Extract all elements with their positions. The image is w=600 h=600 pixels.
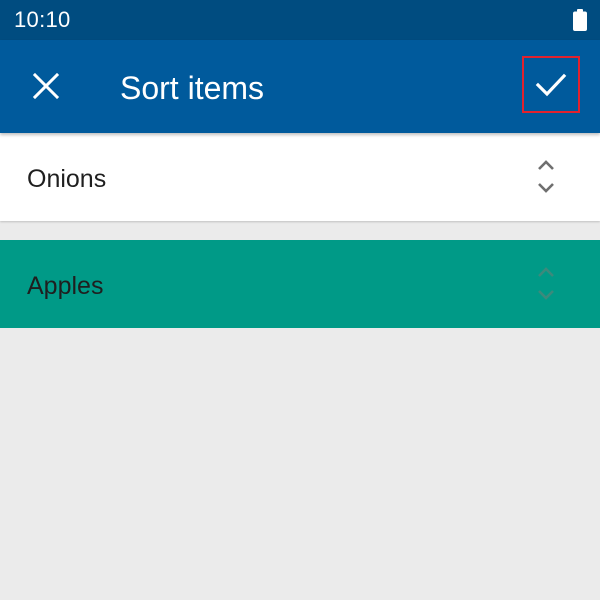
- list-item[interactable]: Apples: [0, 240, 600, 328]
- page-title: Sort items: [120, 70, 265, 106]
- close-button[interactable]: [18, 58, 74, 114]
- check-icon: [535, 73, 567, 96]
- item-label: Onions: [27, 165, 107, 193]
- list-item[interactable]: Onions: [0, 133, 600, 221]
- confirm-button[interactable]: [522, 56, 580, 113]
- battery-full-icon: [573, 9, 587, 31]
- reorder-icon[interactable]: [532, 266, 560, 302]
- reorder-icon[interactable]: [532, 159, 560, 195]
- status-bar: 10:10: [0, 0, 600, 40]
- sort-list: Onions Apples: [0, 133, 600, 328]
- close-icon: [33, 73, 59, 99]
- item-label: Apples: [27, 272, 104, 300]
- app-bar: Sort items: [0, 40, 600, 133]
- status-time: 10:10: [14, 7, 71, 32]
